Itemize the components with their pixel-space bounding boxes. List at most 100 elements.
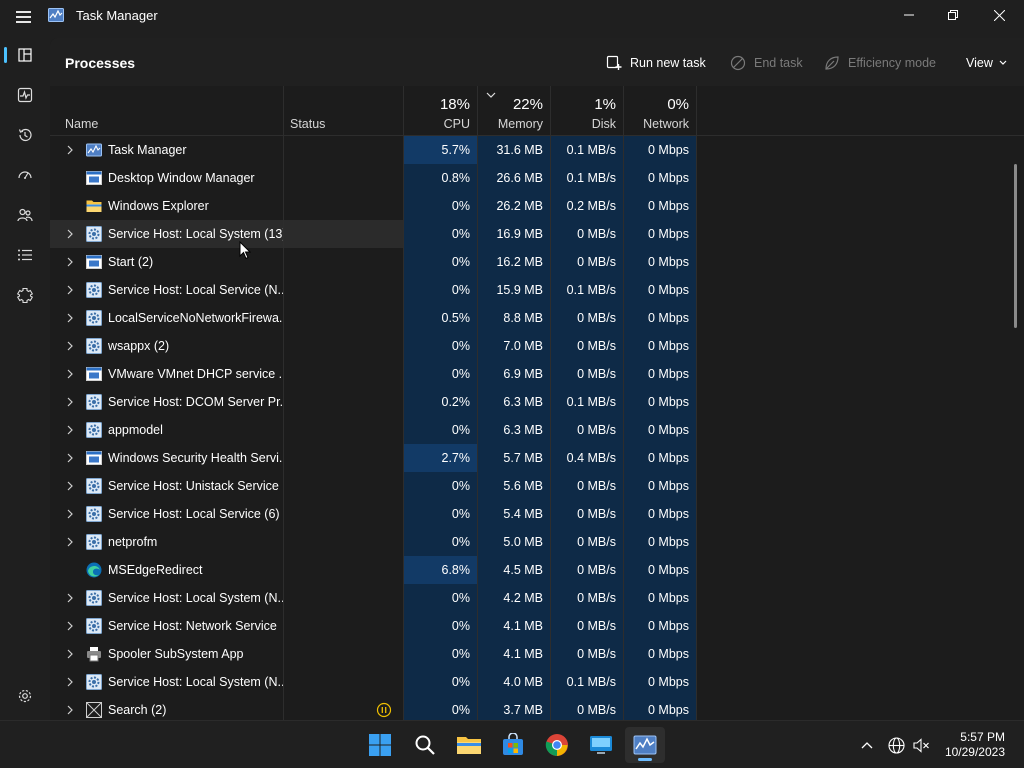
process-row[interactable]: appmodel 0% 6.3 MB 0 MB/s 0 Mbps	[50, 416, 1024, 444]
process-row[interactable]: Windows Explorer 0% 26.2 MB 0.2 MB/s 0 Mbps	[50, 192, 1024, 220]
column-header-disk[interactable]: 1% Disk	[551, 86, 623, 136]
hamburger-menu-icon[interactable]	[12, 7, 36, 25]
taskbar-clock[interactable]: 5:57 PM 10/29/2023	[945, 730, 1005, 760]
expand-chevron-icon[interactable]	[66, 340, 76, 352]
expand-chevron-icon[interactable]	[66, 424, 76, 436]
process-name: Service Host: Network Service	[108, 619, 277, 633]
expand-chevron-icon[interactable]	[66, 396, 76, 408]
nav-startup-apps[interactable]	[5, 157, 45, 193]
volume-button[interactable]	[911, 735, 931, 755]
expand-chevron-icon[interactable]	[66, 620, 76, 632]
network-status-button[interactable]	[886, 735, 906, 755]
expand-chevron-icon[interactable]	[66, 256, 76, 268]
minimize-button[interactable]	[886, 0, 932, 30]
view-dropdown[interactable]: View	[966, 53, 1008, 73]
column-header-status[interactable]: Status	[284, 86, 403, 136]
column-header-network[interactable]: 0% Network	[624, 86, 696, 136]
toolbar: Processes Run new task End task Efficien…	[50, 38, 1024, 86]
process-name: LocalServiceNoNetworkFirewa...	[108, 311, 283, 325]
process-row[interactable]: Service Host: Network Service 0% 4.1 MB 0 M…	[50, 612, 1024, 640]
process-row[interactable]: Start (2) 0% 16.2 MB 0 MB/s 0 Mbps	[50, 248, 1024, 276]
process-row[interactable]: Service Host: Unistack Service ... 0% 5.6 …	[50, 472, 1024, 500]
process-row[interactable]: Service Host: Local System (N... 0% 4.2 MB…	[50, 584, 1024, 612]
process-row[interactable]: netprofm 0% 5.0 MB 0 MB/s 0 Mbps	[50, 528, 1024, 556]
expand-chevron-icon[interactable]	[66, 648, 76, 660]
nav-services[interactable]	[5, 277, 45, 313]
taskbar-task-manager[interactable]	[625, 727, 665, 763]
process-row[interactable]: Search (2) 0% 3.7 MB 0 MB/s 0 Mbps	[50, 696, 1024, 720]
end-task-button[interactable]: End task	[730, 53, 803, 73]
nav-details[interactable]	[5, 237, 45, 273]
process-name: Service Host: DCOM Server Pr...	[108, 395, 283, 409]
nav-processes[interactable]	[4, 37, 45, 73]
clock-date: 10/29/2023	[944, 745, 1005, 759]
window-icon	[86, 450, 102, 466]
column-header-cpu[interactable]: 18% CPU	[404, 86, 477, 136]
expand-chevron-icon[interactable]	[66, 592, 76, 604]
process-row[interactable]: Service Host: DCOM Server Pr... 0.2% 6.3 M…	[50, 388, 1024, 416]
expand-chevron-icon[interactable]	[66, 480, 76, 492]
process-row[interactable]: VMware VMnet DHCP service ... 0% 6.9 MB 0 M…	[50, 360, 1024, 388]
process-row[interactable]: LocalServiceNoNetworkFirewa... 0.5% 8.8 MB…	[50, 304, 1024, 332]
memory-cell: 3.7 MB	[477, 696, 550, 720]
memory-cell: 15.9 MB	[477, 276, 550, 304]
nav-app-history[interactable]	[5, 117, 45, 153]
cpu-cell: 6.8%	[403, 556, 477, 584]
process-row[interactable]: Service Host: Local System (N... 0% 4.0 MB…	[50, 668, 1024, 696]
network-cell: 0 Mbps	[623, 444, 696, 472]
process-row[interactable]: Service Host: Local Service (N... 0% 15.9 …	[50, 276, 1024, 304]
process-row[interactable]: Service Host: Local Service (6) 0% 5.4 MB 0…	[50, 500, 1024, 528]
expand-chevron-icon[interactable]	[66, 676, 76, 688]
process-row[interactable]: Windows Security Health Servi... 2.7% 5.7 …	[50, 444, 1024, 472]
expand-chevron-icon[interactable]	[66, 312, 76, 324]
taskbar-search-button[interactable]	[405, 727, 445, 763]
efficiency-mode-button[interactable]: Efficiency mode	[824, 53, 936, 73]
run-new-task-button[interactable]: Run new task	[606, 53, 706, 73]
network-cell: 0 Mbps	[623, 472, 696, 500]
process-row[interactable]: MSEdgeRedirect 6.8% 4.5 MB 0 MB/s 0 Mbps	[50, 556, 1024, 584]
expand-chevron-icon[interactable]	[66, 704, 76, 716]
memory-cell: 6.9 MB	[477, 360, 550, 388]
start-button[interactable]	[360, 727, 400, 763]
expand-chevron-icon[interactable]	[66, 508, 76, 520]
process-row[interactable]: Task Manager 5.7% 31.6 MB 0.1 MB/s 0 Mbps	[50, 136, 1024, 164]
process-row[interactable]: wsappx (2) 0% 7.0 MB 0 MB/s 0 Mbps	[50, 332, 1024, 360]
disk-cell: 0 MB/s	[550, 584, 623, 612]
performance-icon	[17, 87, 33, 103]
close-button[interactable]	[976, 0, 1022, 30]
gear-icon	[86, 394, 102, 410]
expand-chevron-icon[interactable]	[66, 228, 76, 240]
expand-chevron-icon[interactable]	[66, 536, 76, 548]
expand-chevron-icon[interactable]	[66, 368, 76, 380]
network-total-percent: 0%	[667, 96, 689, 113]
column-header-name[interactable]: Name	[50, 86, 283, 136]
network-cell: 0 Mbps	[623, 248, 696, 276]
process-row[interactable]: Spooler SubSystem App 0% 4.1 MB 0 MB/s 0 Mbp…	[50, 640, 1024, 668]
gear-icon	[86, 310, 102, 326]
network-cell: 0 Mbps	[623, 528, 696, 556]
network-cell: 0 Mbps	[623, 584, 696, 612]
taskbar-remote-desktop[interactable]	[581, 727, 621, 763]
gear-icon	[86, 590, 102, 606]
gear-icon	[86, 338, 102, 354]
vertical-scrollbar[interactable]	[1014, 164, 1017, 328]
expand-chevron-icon[interactable]	[66, 144, 76, 156]
restore-button[interactable]	[930, 0, 976, 30]
expand-chevron-icon[interactable]	[66, 452, 76, 464]
show-hidden-icons-button[interactable]	[857, 735, 877, 755]
expand-chevron-icon[interactable]	[66, 284, 76, 296]
nav-performance[interactable]	[5, 77, 45, 113]
process-row[interactable]: Service Host: Local System (13) 0% 16.9 MB…	[50, 220, 1024, 248]
process-row[interactable]: Desktop Window Manager 0.8% 26.6 MB 0.1 MB/…	[50, 164, 1024, 192]
nav-settings[interactable]	[5, 678, 45, 714]
network-cell: 0 Mbps	[623, 388, 696, 416]
main-panel: Processes Run new task End task Efficien…	[50, 38, 1024, 720]
process-name: netprofm	[108, 535, 158, 549]
taskbar-microsoft-store[interactable]	[493, 727, 533, 763]
network-cell: 0 Mbps	[623, 192, 696, 220]
nav-users[interactable]	[5, 197, 45, 233]
column-header-memory[interactable]: 22% Memory	[478, 86, 550, 136]
search-icon	[415, 735, 435, 755]
taskbar-file-explorer[interactable]	[449, 727, 489, 763]
taskbar-chrome[interactable]	[537, 727, 577, 763]
